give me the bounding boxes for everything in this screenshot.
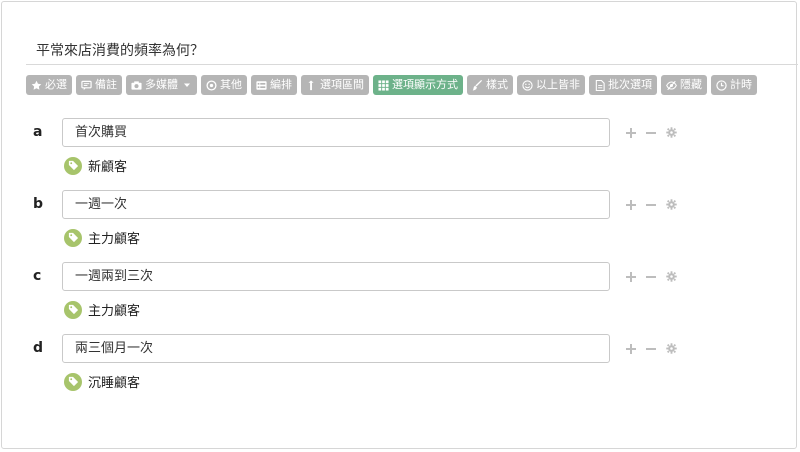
tag-icon xyxy=(64,300,82,319)
note-label: 備註 xyxy=(95,78,117,91)
option-display-button[interactable]: 選項顯示方式 xyxy=(373,75,463,95)
minus-icon xyxy=(646,203,656,206)
customer-tag-c[interactable]: 主力顧客 xyxy=(64,300,140,319)
title-divider xyxy=(26,64,798,65)
option-controls-c xyxy=(625,262,677,291)
remove-option-button[interactable] xyxy=(645,343,657,355)
media-button[interactable]: 多媒體 xyxy=(126,75,197,95)
smile-icon xyxy=(522,79,533,91)
add-option-button[interactable] xyxy=(625,271,637,283)
other-label: 其他 xyxy=(220,78,242,91)
required-button[interactable]: 必選 xyxy=(26,75,72,95)
star-icon xyxy=(31,80,42,91)
remove-option-button[interactable] xyxy=(645,127,657,139)
plus-icon xyxy=(626,199,636,210)
option-input-c[interactable]: 一週兩到三次 xyxy=(62,262,610,291)
option-controls-d xyxy=(625,334,677,363)
option-settings-button[interactable] xyxy=(665,343,677,355)
tag-label: 主力顧客 xyxy=(88,304,141,319)
option-display-label: 選項顯示方式 xyxy=(392,78,458,91)
customer-tag-b[interactable]: 主力顧客 xyxy=(64,228,140,247)
minus-icon xyxy=(646,347,656,350)
none-of-above-label: 以上皆非 xyxy=(536,78,580,91)
timer-button[interactable]: 計時 xyxy=(711,75,757,95)
option-letter-d: d xyxy=(33,340,44,356)
brush-icon xyxy=(472,79,483,91)
file-icon xyxy=(594,79,605,91)
question-toolbar: 必選 備註 多媒體 其他 編排 選項區間 選項顯示方式 樣式 以上皆非 批次選項… xyxy=(26,75,757,95)
batch-options-label: 批次選項 xyxy=(608,78,652,91)
option-input-d[interactable]: 兩三個月一次 xyxy=(62,334,610,363)
style-button[interactable]: 樣式 xyxy=(467,75,513,95)
sort-icon xyxy=(306,79,317,91)
option-settings-button[interactable] xyxy=(665,127,677,139)
option-letter-a: a xyxy=(33,124,43,140)
option-letter-c: c xyxy=(33,268,42,284)
none-of-above-button[interactable]: 以上皆非 xyxy=(517,75,585,95)
option-range-label: 選項區間 xyxy=(320,78,364,91)
media-label: 多媒體 xyxy=(145,78,178,91)
add-option-button[interactable] xyxy=(625,127,637,139)
comment-icon xyxy=(81,80,92,91)
minus-icon xyxy=(646,131,656,134)
circle-dot-icon xyxy=(206,79,217,91)
note-button[interactable]: 備註 xyxy=(76,75,122,95)
tag-label: 沉睡顧客 xyxy=(88,376,141,391)
required-label: 必選 xyxy=(45,78,67,91)
tag-icon xyxy=(64,372,82,391)
customer-tag-d[interactable]: 沉睡顧客 xyxy=(64,372,140,391)
layout-button[interactable]: 編排 xyxy=(251,75,297,95)
hide-label: 隱藏 xyxy=(680,78,702,91)
gear-icon xyxy=(665,271,677,282)
remove-option-button[interactable] xyxy=(645,199,657,211)
customer-tag-a[interactable]: 新顧客 xyxy=(64,156,127,175)
question-title[interactable]: 平常來店消費的頻率為何？ xyxy=(36,40,204,60)
tag-label: 主力顧客 xyxy=(88,232,141,247)
gear-icon xyxy=(665,343,677,354)
plus-icon xyxy=(626,127,636,138)
plus-icon xyxy=(626,271,636,282)
layout-label: 編排 xyxy=(270,78,292,91)
gear-icon xyxy=(665,127,677,138)
clock-icon xyxy=(716,79,727,91)
timer-label: 計時 xyxy=(730,78,752,91)
question-panel: 平常來店消費的頻率為何？ 必選 備註 多媒體 其他 編排 選項區間 選項顯示方式… xyxy=(1,1,798,449)
option-letter-b: b xyxy=(33,196,44,212)
tag-icon xyxy=(64,228,82,247)
camera-icon xyxy=(131,80,142,91)
add-option-button[interactable] xyxy=(625,343,637,355)
style-label: 樣式 xyxy=(486,78,508,91)
other-button[interactable]: 其他 xyxy=(201,75,247,95)
eye-off-icon xyxy=(666,80,677,91)
option-controls-b xyxy=(625,190,677,219)
grid-icon xyxy=(378,79,389,91)
option-input-a[interactable]: 首次購買 xyxy=(62,118,610,147)
minus-icon xyxy=(646,275,656,278)
hide-button[interactable]: 隱藏 xyxy=(661,75,707,95)
option-settings-button[interactable] xyxy=(665,271,677,283)
tag-icon xyxy=(64,156,82,175)
tag-label: 新顧客 xyxy=(88,160,128,175)
list-icon xyxy=(256,80,267,91)
batch-options-button[interactable]: 批次選項 xyxy=(589,75,657,95)
option-settings-button[interactable] xyxy=(665,199,677,211)
remove-option-button[interactable] xyxy=(645,271,657,283)
add-option-button[interactable] xyxy=(625,199,637,211)
caret-down-icon xyxy=(181,80,192,91)
option-controls-a xyxy=(625,118,677,147)
gear-icon xyxy=(665,199,677,210)
option-input-b[interactable]: 一週一次 xyxy=(62,190,610,219)
option-range-button[interactable]: 選項區間 xyxy=(301,75,369,95)
plus-icon xyxy=(626,343,636,354)
